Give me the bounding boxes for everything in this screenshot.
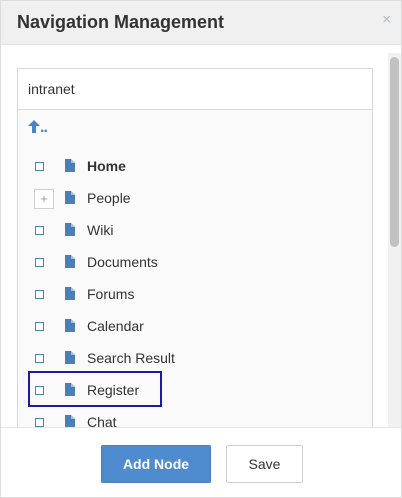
dialog-header: Navigation Management ×: [1, 1, 401, 45]
tree-node[interactable]: Search Result: [18, 342, 372, 374]
tree-node-label[interactable]: Forums: [87, 286, 134, 302]
tree-node[interactable]: + People: [18, 182, 372, 214]
tree-node-label[interactable]: Search Result: [87, 350, 175, 366]
file-icon: [65, 255, 75, 268]
tree-node[interactable]: Forums: [18, 278, 372, 310]
expand-node-button[interactable]: +: [34, 189, 54, 209]
tree-node-label[interactable]: Home: [87, 158, 126, 174]
file-icon: [65, 415, 75, 427]
file-icon: [65, 319, 75, 332]
node-checkbox[interactable]: [35, 418, 44, 427]
file-icon: [65, 159, 75, 172]
tree-node-label[interactable]: Chat: [87, 414, 117, 427]
tree-node-label[interactable]: Calendar: [87, 318, 144, 334]
file-icon: [65, 287, 75, 300]
up-arrow-icon: [28, 120, 40, 133]
scrollbar-thumb[interactable]: [390, 57, 399, 247]
tree-node-label[interactable]: People: [87, 190, 131, 206]
tree-node[interactable]: Calendar: [18, 310, 372, 342]
file-icon: [65, 223, 75, 236]
tree-node-label[interactable]: Documents: [87, 254, 158, 270]
file-icon: [65, 351, 75, 364]
navigation-management-dialog: Navigation Management × .. Home + People Wi…: [0, 0, 402, 498]
tree-node[interactable]: Home: [18, 150, 372, 182]
navigate-up-label: ..: [40, 119, 48, 136]
tree-node[interactable]: Wiki: [18, 214, 372, 246]
scrollbar[interactable]: [388, 53, 401, 427]
file-icon: [65, 191, 75, 204]
dialog-title: Navigation Management: [17, 12, 225, 32]
node-checkbox[interactable]: [35, 162, 44, 171]
save-button[interactable]: Save: [226, 445, 303, 483]
close-icon[interactable]: ×: [382, 12, 391, 28]
add-node-button[interactable]: Add Node: [101, 445, 211, 483]
tree-node[interactable]: Chat: [18, 406, 372, 427]
node-checkbox[interactable]: [35, 290, 44, 299]
dialog-footer: Add Node Save: [1, 427, 401, 497]
node-checkbox[interactable]: [35, 258, 44, 267]
tree-node-label[interactable]: Wiki: [87, 222, 113, 238]
site-name-input[interactable]: [17, 68, 373, 110]
selected-node-highlight: [28, 371, 162, 407]
tree-node[interactable]: Documents: [18, 246, 372, 278]
navigate-up-button[interactable]: ..: [28, 119, 48, 137]
node-checkbox[interactable]: [35, 226, 44, 235]
node-checkbox[interactable]: [35, 322, 44, 331]
node-checkbox[interactable]: [35, 354, 44, 363]
